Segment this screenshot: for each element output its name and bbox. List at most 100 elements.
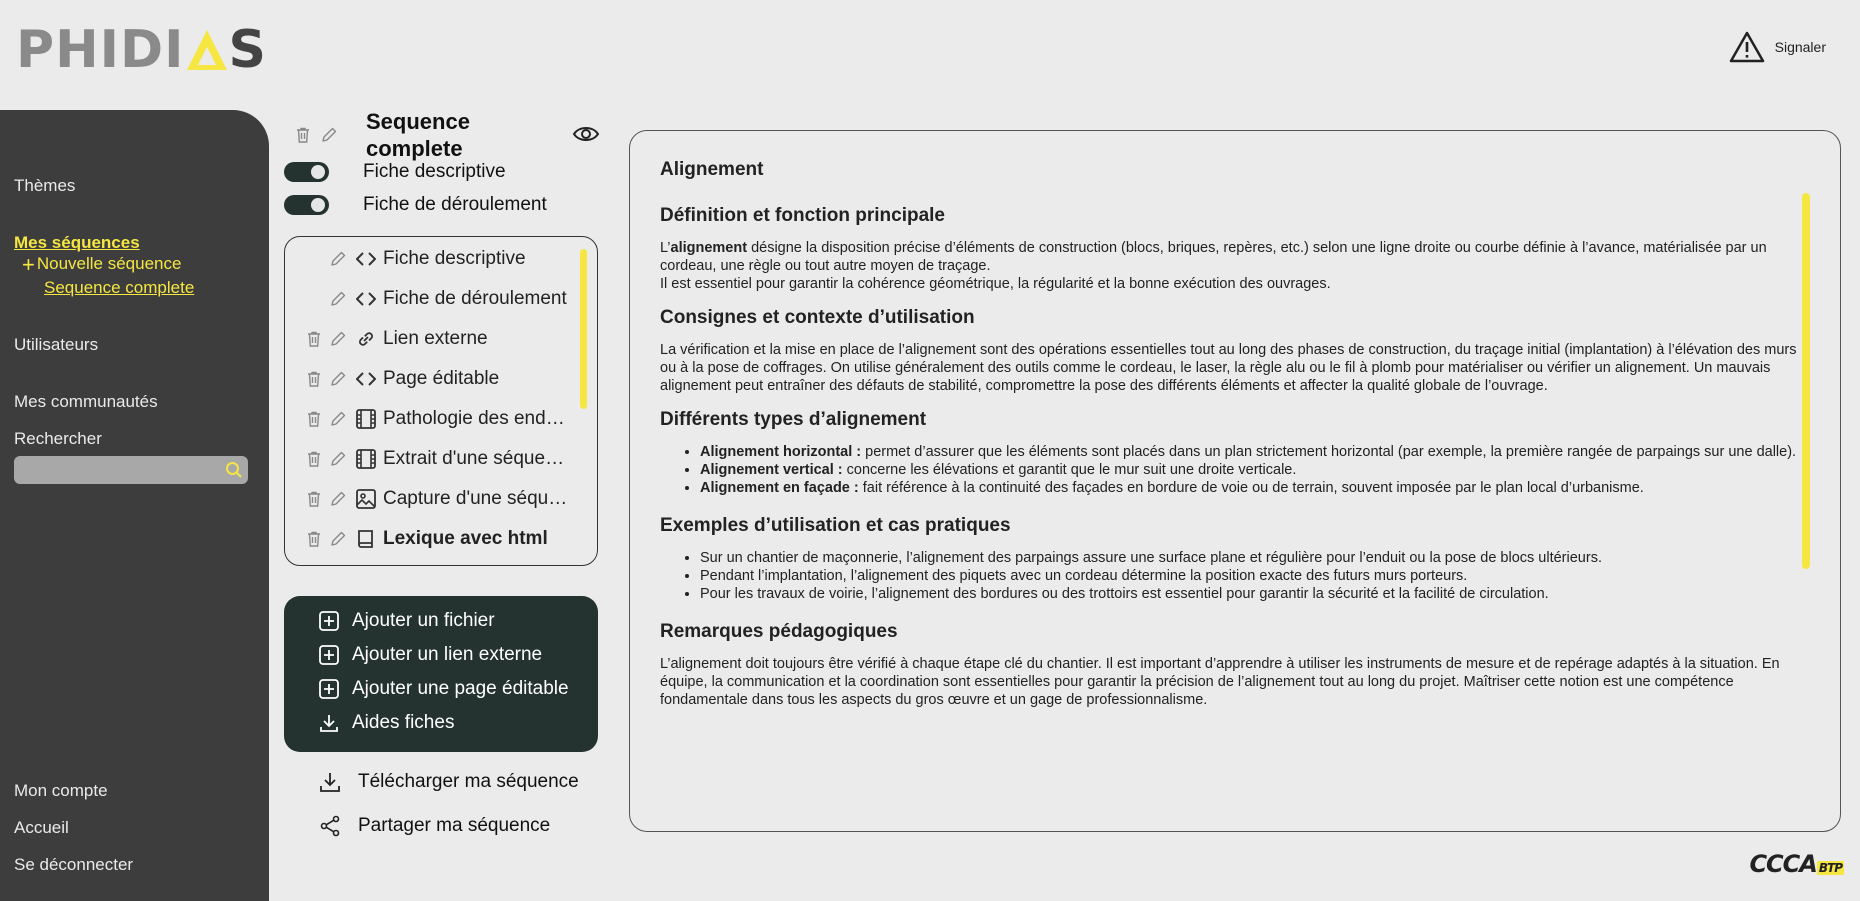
film-icon bbox=[349, 408, 383, 430]
pencil-icon[interactable] bbox=[327, 368, 349, 390]
bold-text: Alignement vertical : bbox=[700, 462, 843, 478]
list-item: Pendant l’implantation, l’alignement des… bbox=[700, 567, 1800, 585]
sidebar-item-my-sequences[interactable]: Mes séquences bbox=[14, 233, 140, 253]
plus-square-icon bbox=[319, 645, 339, 665]
trash-icon[interactable] bbox=[303, 488, 325, 510]
toggle-row-descriptive: Fiche descriptive bbox=[284, 161, 506, 183]
file-item[interactable]: Fiche descriptive bbox=[285, 239, 575, 279]
pencil-icon[interactable] bbox=[327, 448, 349, 470]
trash-icon[interactable] bbox=[303, 368, 325, 390]
file-controls bbox=[285, 328, 349, 350]
file-controls bbox=[285, 408, 349, 430]
sequence-controls bbox=[292, 124, 340, 146]
add-link-label: Ajouter un lien externe bbox=[352, 644, 543, 665]
brand-text: CCCA bbox=[1749, 850, 1817, 878]
file-name[interactable]: Fiche de déroulement bbox=[383, 288, 573, 310]
sidebar-item-logout[interactable]: Se déconnecter bbox=[14, 855, 133, 875]
ccca-btp-logo: CCCA BTP bbox=[1749, 850, 1844, 878]
trash-icon[interactable] bbox=[303, 408, 325, 430]
book-icon bbox=[349, 528, 383, 550]
list-item: Alignement en façade : fait référence à … bbox=[700, 479, 1800, 497]
toggle-fiche-descriptive[interactable] bbox=[284, 162, 329, 182]
toggle-label: Fiche descriptive bbox=[363, 161, 506, 182]
add-page-button[interactable]: Ajouter une page éditable bbox=[318, 678, 569, 700]
sequence-title: Sequence complete bbox=[366, 109, 470, 161]
help-sheets-button[interactable]: Aides fiches bbox=[318, 712, 454, 734]
add-link-button[interactable]: Ajouter un lien externe bbox=[318, 644, 542, 666]
download-icon bbox=[320, 715, 338, 732]
examples-list: Sur un chantier de maçonnerie, l’alignem… bbox=[660, 549, 1800, 603]
file-item[interactable]: Fiche de déroulement bbox=[285, 279, 575, 319]
text: permet d’assurer que les éléments sont p… bbox=[861, 444, 1797, 460]
paragraph: L’alignement désigne la disposition préc… bbox=[660, 239, 1800, 293]
sidebar-item-users[interactable]: Utilisateurs bbox=[14, 335, 98, 355]
search-input[interactable] bbox=[14, 456, 220, 484]
file-item[interactable]: Page éditable bbox=[285, 359, 575, 399]
download-icon bbox=[320, 773, 340, 792]
trash-icon[interactable] bbox=[292, 124, 314, 146]
report-label: Signaler bbox=[1774, 39, 1826, 55]
pencil-icon[interactable] bbox=[327, 248, 349, 270]
link-icon bbox=[349, 328, 383, 350]
file-name[interactable]: Page éditable bbox=[383, 368, 573, 390]
pencil-icon[interactable] bbox=[327, 328, 349, 350]
section-title: Consignes et contexte d’utilisation bbox=[660, 307, 975, 328]
toggle-label: Fiche de déroulement bbox=[363, 194, 547, 215]
sidebar-item-account[interactable]: Mon compte bbox=[14, 781, 108, 801]
logo-triangle-icon bbox=[186, 30, 227, 70]
content-panel: Alignement Définition et fonction princi… bbox=[629, 130, 1841, 832]
file-name[interactable]: Fiche descriptive bbox=[383, 248, 573, 270]
pencil-icon[interactable] bbox=[318, 124, 340, 146]
search-label: Rechercher bbox=[14, 429, 102, 448]
add-file-button[interactable]: Ajouter un fichier bbox=[318, 610, 495, 632]
pencil-icon[interactable] bbox=[327, 528, 349, 550]
report-button[interactable]: Signaler bbox=[1729, 30, 1826, 64]
file-item[interactable]: Capture d'une séquence bbox=[285, 479, 575, 519]
file-item[interactable]: Extrait d'une séquence bbox=[285, 439, 575, 479]
add-page-label: Ajouter une page éditable bbox=[352, 678, 569, 699]
pencil-icon[interactable] bbox=[327, 408, 349, 430]
phidias-logo[interactable]: PHIDI S bbox=[16, 20, 267, 80]
share-sequence-button[interactable]: Partager ma séquence bbox=[318, 814, 550, 838]
new-sequence-button[interactable]: + Nouvelle séquence bbox=[22, 251, 181, 277]
pencil-icon[interactable] bbox=[327, 488, 349, 510]
file-item[interactable]: Pathologie des enduits bbox=[285, 399, 575, 439]
search-icon[interactable] bbox=[220, 461, 248, 479]
plus-icon: + bbox=[22, 251, 35, 277]
file-list-scrollbar[interactable] bbox=[580, 249, 587, 409]
file-item[interactable]: Lien externe bbox=[285, 319, 575, 359]
sidebar-item-communities[interactable]: Mes communautés bbox=[14, 392, 158, 412]
section-title: Exemples d’utilisation et cas pratiques bbox=[660, 515, 1011, 536]
paragraph: L’alignement doit toujours être vérifié … bbox=[660, 656, 1780, 708]
content-scrollbar[interactable] bbox=[1802, 193, 1810, 569]
toggle-fiche-deroulement[interactable] bbox=[284, 195, 329, 215]
file-name[interactable]: Capture d'une séquence bbox=[383, 488, 573, 510]
eye-icon[interactable] bbox=[572, 122, 600, 146]
trash-icon[interactable] bbox=[303, 528, 325, 550]
file-name[interactable]: Lexique avec html bbox=[383, 528, 573, 550]
add-file-label: Ajouter un fichier bbox=[352, 610, 495, 631]
alignment-types-list: Alignement horizontal : permet d’assurer… bbox=[660, 443, 1800, 497]
section-title: Définition et fonction principale bbox=[660, 205, 945, 226]
file-item[interactable]: Lexique avec html bbox=[285, 519, 575, 559]
file-name[interactable]: Extrait d'une séquence bbox=[383, 448, 573, 470]
file-name[interactable]: Pathologie des enduits bbox=[383, 408, 573, 430]
text: désigne la disposition précise d’élément… bbox=[660, 240, 1767, 274]
sidebar-item-home[interactable]: Accueil bbox=[14, 818, 69, 838]
section-title: Différents types d’alignement bbox=[660, 409, 927, 430]
list-item: Sur un chantier de maçonnerie, l’alignem… bbox=[700, 549, 1800, 567]
pencil-icon[interactable] bbox=[327, 288, 349, 310]
plus-square-icon bbox=[319, 679, 339, 699]
trash-icon[interactable] bbox=[303, 328, 325, 350]
trash-icon[interactable] bbox=[303, 448, 325, 470]
sidebar-item-current-sequence[interactable]: Sequence complete bbox=[44, 278, 194, 298]
brand-sub-text: BTP bbox=[1816, 861, 1844, 875]
download-sequence-button[interactable]: Télécharger ma séquence bbox=[318, 770, 579, 794]
logo-text-end: S bbox=[228, 20, 267, 80]
article-title: Alignement bbox=[660, 159, 764, 180]
sidebar-item-themes[interactable]: Thèmes bbox=[14, 176, 75, 196]
file-controls bbox=[285, 528, 349, 550]
file-name[interactable]: Lien externe bbox=[383, 328, 573, 350]
bold-text: Alignement en façade : bbox=[700, 480, 859, 496]
search-box bbox=[14, 456, 248, 484]
